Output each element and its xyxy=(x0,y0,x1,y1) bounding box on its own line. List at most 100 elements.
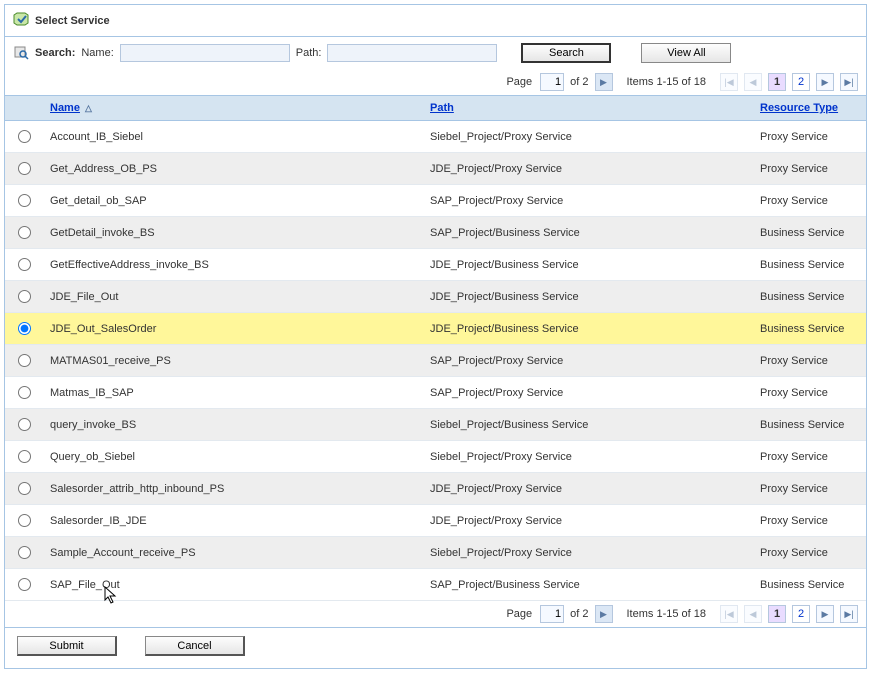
row-radio-cell xyxy=(5,473,42,505)
column-path[interactable]: Path xyxy=(422,96,752,121)
row-path: JDE_Project/Business Service xyxy=(422,313,752,345)
table-row: Query_ob_SiebelSiebel_Project/Proxy Serv… xyxy=(5,441,866,473)
row-path: Siebel_Project/Proxy Service xyxy=(422,441,752,473)
page-next-button[interactable]: ▶ xyxy=(816,605,834,623)
row-path: SAP_Project/Proxy Service xyxy=(422,185,752,217)
row-radio[interactable] xyxy=(18,130,31,143)
page-number-1[interactable]: 1 xyxy=(768,73,786,91)
page-go-button[interactable]: ▶ xyxy=(595,605,613,623)
table-row: Salesorder_IB_JDEJDE_Project/Proxy Servi… xyxy=(5,505,866,537)
cancel-button[interactable]: Cancel xyxy=(145,636,245,656)
row-name: Account_IB_Siebel xyxy=(42,121,422,153)
row-resource-type: Proxy Service xyxy=(752,121,866,153)
row-radio[interactable] xyxy=(18,578,31,591)
row-radio-cell xyxy=(5,377,42,409)
row-name: MATMAS01_receive_PS xyxy=(42,345,422,377)
row-radio[interactable] xyxy=(18,322,31,335)
page-first-button[interactable]: |◀ xyxy=(720,73,738,91)
row-path: JDE_Project/Proxy Service xyxy=(422,473,752,505)
row-resource-type: Proxy Service xyxy=(752,505,866,537)
column-path-link[interactable]: Path xyxy=(430,102,454,114)
row-radio[interactable] xyxy=(18,194,31,207)
table-row: Matmas_IB_SAPSAP_Project/Proxy ServicePr… xyxy=(5,377,866,409)
row-radio[interactable] xyxy=(18,514,31,527)
pager-bottom: Pageof 2▶Items 1-15 of 18|◀◀12▶▶| xyxy=(5,601,866,627)
path-label: Path: xyxy=(296,47,322,59)
row-radio[interactable] xyxy=(18,258,31,271)
search-button[interactable]: Search xyxy=(521,43,611,63)
name-label: Name: xyxy=(81,47,113,59)
page-last-button[interactable]: ▶| xyxy=(840,73,858,91)
row-resource-type: Business Service xyxy=(752,281,866,313)
row-radio[interactable] xyxy=(18,546,31,559)
row-path: JDE_Project/Proxy Service xyxy=(422,505,752,537)
row-resource-type: Proxy Service xyxy=(752,153,866,185)
row-radio[interactable] xyxy=(18,450,31,463)
row-name: JDE_Out_SalesOrder xyxy=(42,313,422,345)
page-first-button[interactable]: |◀ xyxy=(720,605,738,623)
page-label: Page xyxy=(506,76,532,88)
table-row: Salesorder_attrib_http_inbound_PSJDE_Pro… xyxy=(5,473,866,505)
row-path: Siebel_Project/Proxy Service xyxy=(422,537,752,569)
row-radio-cell xyxy=(5,217,42,249)
row-radio[interactable] xyxy=(18,162,31,175)
row-name: query_invoke_BS xyxy=(42,409,422,441)
table-row: query_invoke_BSSiebel_Project/Business S… xyxy=(5,409,866,441)
row-resource-type: Business Service xyxy=(752,409,866,441)
row-radio[interactable] xyxy=(18,290,31,303)
row-name: Salesorder_IB_JDE xyxy=(42,505,422,537)
row-radio[interactable] xyxy=(18,386,31,399)
panel-icon xyxy=(13,11,29,30)
view-all-button[interactable]: View All xyxy=(641,43,731,63)
search-icon xyxy=(13,44,29,63)
row-name: JDE_File_Out xyxy=(42,281,422,313)
column-resource-type-link[interactable]: Resource Type xyxy=(760,102,838,114)
column-select xyxy=(5,96,42,121)
name-input[interactable] xyxy=(120,44,290,62)
row-radio[interactable] xyxy=(18,354,31,367)
page-input[interactable] xyxy=(540,73,564,91)
path-input[interactable] xyxy=(327,44,497,62)
row-radio[interactable] xyxy=(18,418,31,431)
row-radio-cell xyxy=(5,153,42,185)
row-radio-cell xyxy=(5,441,42,473)
row-path: SAP_Project/Business Service xyxy=(422,569,752,601)
page-number-1[interactable]: 1 xyxy=(768,605,786,623)
row-name: Query_ob_Siebel xyxy=(42,441,422,473)
page-of-label: of 2 xyxy=(570,76,588,88)
row-resource-type: Proxy Service xyxy=(752,441,866,473)
row-resource-type: Proxy Service xyxy=(752,473,866,505)
table-row: GetDetail_invoke_BSSAP_Project/Business … xyxy=(5,217,866,249)
row-resource-type: Business Service xyxy=(752,313,866,345)
page-next-button[interactable]: ▶ xyxy=(816,73,834,91)
page-number-2[interactable]: 2 xyxy=(792,605,810,623)
column-name-link[interactable]: Name xyxy=(50,102,80,114)
table-row: Sample_Account_receive_PSSiebel_Project/… xyxy=(5,537,866,569)
page-input[interactable] xyxy=(540,605,564,623)
row-radio[interactable] xyxy=(18,482,31,495)
column-name[interactable]: Name △ xyxy=(42,96,422,121)
page-prev-button[interactable]: ◀ xyxy=(744,73,762,91)
row-resource-type: Business Service xyxy=(752,217,866,249)
submit-button[interactable]: Submit xyxy=(17,636,117,656)
column-resource-type[interactable]: Resource Type xyxy=(752,96,866,121)
row-radio-cell xyxy=(5,409,42,441)
row-path: SAP_Project/Business Service xyxy=(422,217,752,249)
row-resource-type: Proxy Service xyxy=(752,377,866,409)
page-last-button[interactable]: ▶| xyxy=(840,605,858,623)
row-name: Get_Address_OB_PS xyxy=(42,153,422,185)
row-name: Salesorder_attrib_http_inbound_PS xyxy=(42,473,422,505)
sort-asc-icon: △ xyxy=(85,103,92,113)
row-name: Matmas_IB_SAP xyxy=(42,377,422,409)
search-heading: Search: xyxy=(35,47,75,59)
service-table: Name △ Path Resource Type Account_IB_Sie… xyxy=(5,95,866,601)
page-prev-button[interactable]: ◀ xyxy=(744,605,762,623)
row-radio[interactable] xyxy=(18,226,31,239)
page-number-2[interactable]: 2 xyxy=(792,73,810,91)
row-resource-type: Proxy Service xyxy=(752,345,866,377)
table-row: Account_IB_SiebelSiebel_Project/Proxy Se… xyxy=(5,121,866,153)
table-row: JDE_Out_SalesOrderJDE_Project/Business S… xyxy=(5,313,866,345)
page-go-button[interactable]: ▶ xyxy=(595,73,613,91)
table-row: MATMAS01_receive_PSSAP_Project/Proxy Ser… xyxy=(5,345,866,377)
row-path: JDE_Project/Business Service xyxy=(422,249,752,281)
